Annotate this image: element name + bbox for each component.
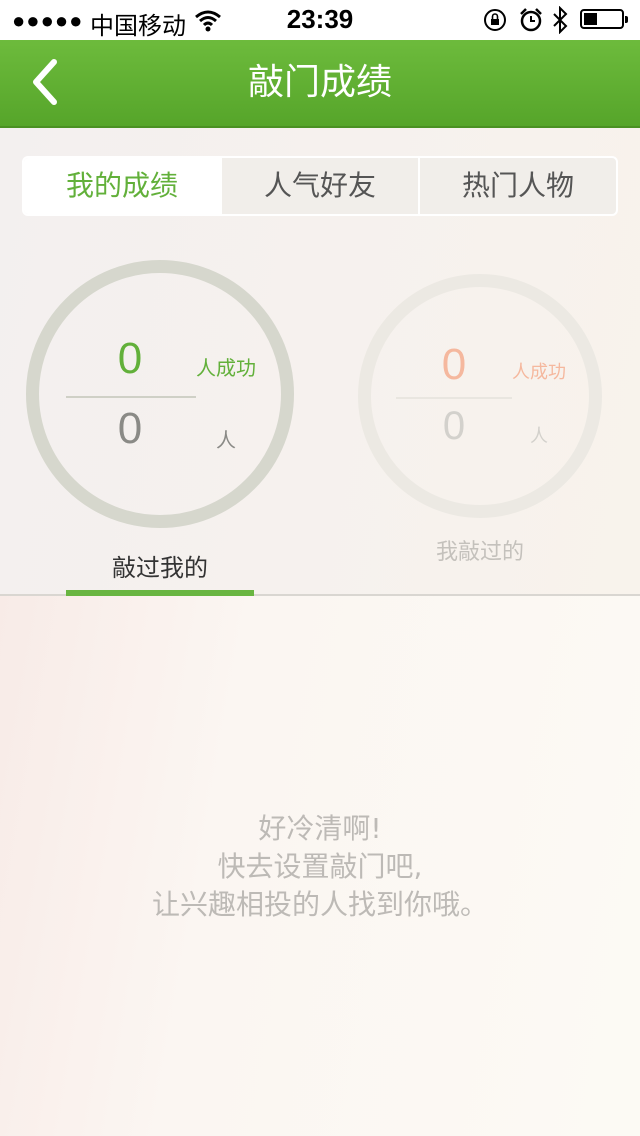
i-knocked-label[interactable]: 我敲过的 <box>380 534 580 566</box>
battery-level <box>584 13 597 25</box>
battery-icon <box>580 9 628 29</box>
empty-line-2: 快去设置敲门吧, <box>217 850 423 883</box>
knocked-me-total-unit: 人 <box>216 428 236 452</box>
i-knocked-total-count: 0 <box>442 404 466 448</box>
clock-time: 23:39 <box>286 4 354 34</box>
alarm-icon <box>520 8 542 32</box>
knocked-me-total-count: 0 <box>117 404 143 453</box>
bluetooth-icon <box>553 6 568 34</box>
back-button[interactable] <box>24 56 72 108</box>
i-knocked-ring[interactable] <box>358 274 602 518</box>
segmented-tabs: 我的成绩 人气好友 热门人物 <box>22 156 618 216</box>
empty-line-1: 好冷清啊! <box>258 812 382 845</box>
page-title: 敲门成绩 <box>247 62 392 103</box>
i-knocked-success-count: 0 <box>441 340 467 389</box>
i-knocked-divider <box>396 397 512 399</box>
empty-line-3: 让兴趣相投的人找到你哦。 <box>151 888 488 921</box>
navigation-bar: 敲门成绩 <box>0 40 640 128</box>
tab-hot-people[interactable]: 热门人物 <box>418 158 616 214</box>
tab-popular-friends[interactable]: 人气好友 <box>220 158 418 214</box>
knocked-me-success-count: 0 <box>117 334 143 383</box>
empty-state-message: 好冷清啊! 快去设置敲门吧, 让兴趣相投的人找到你哦。 <box>0 810 640 924</box>
knocked-me-ring[interactable] <box>26 260 294 528</box>
i-knocked-success-unit: 人成功 <box>512 362 566 383</box>
rotation-lock-icon <box>484 9 506 31</box>
knocked-me-divider <box>66 396 196 398</box>
tab-my-score[interactable]: 我的成绩 <box>24 158 220 214</box>
status-bar: ●●●●● 中国移动 23:39 <box>0 0 640 40</box>
knocked-me-success-unit: 人成功 <box>196 356 256 380</box>
i-knocked-total-unit: 人 <box>530 426 548 447</box>
chevron-left-icon <box>33 59 57 105</box>
knocked-me-label[interactable]: 敲过我的 <box>60 548 260 583</box>
